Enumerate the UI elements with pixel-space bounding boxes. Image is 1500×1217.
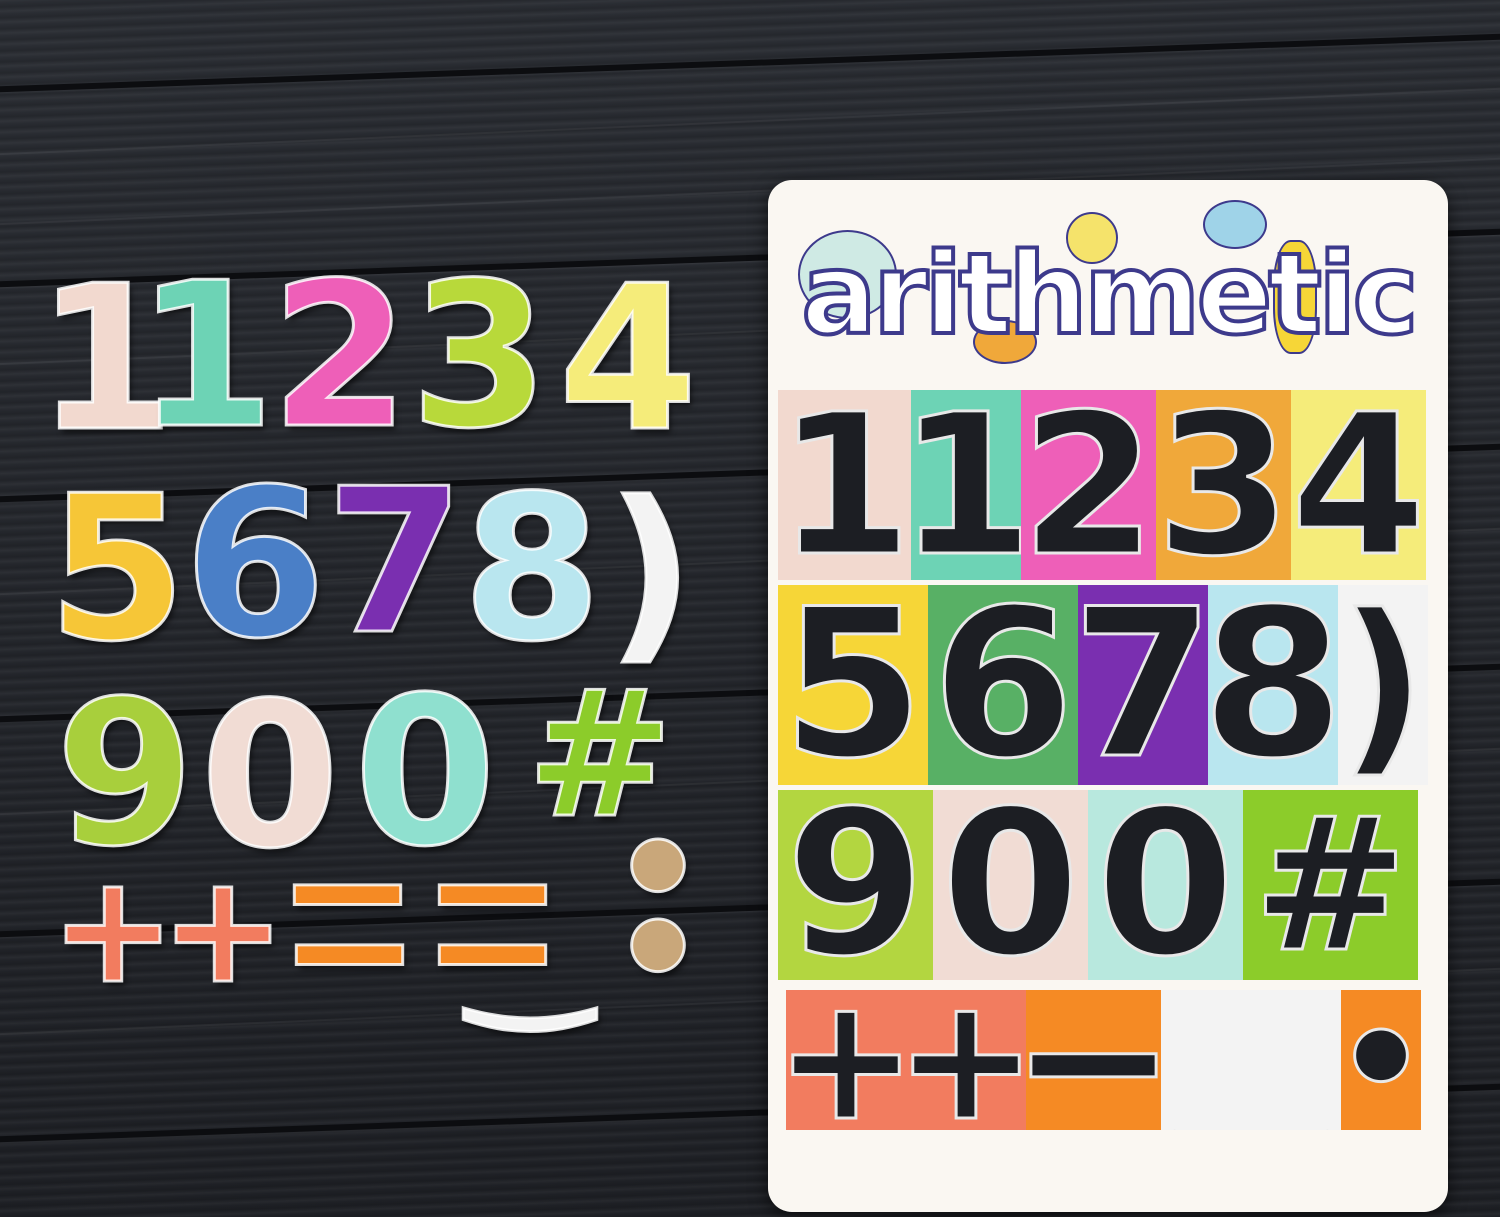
slot-comma-curve[interactable]: ‿ [1161, 990, 1341, 1130]
slot-close-paren[interactable]: ) [1338, 585, 1428, 785]
board-title: arithmetic [799, 230, 1420, 360]
wood-grain [0, 85, 1500, 157]
slot-glyph: + [786, 990, 906, 1130]
slot-glyph: 2 [1021, 390, 1156, 580]
slot-four[interactable]: 4 [1291, 390, 1426, 580]
piece-comma-curve[interactable]: ‿ [440, 869, 620, 1022]
slot-glyph: 1 [778, 390, 911, 580]
piece-dot-b[interactable]: • [609, 874, 708, 1027]
piece-close-paren[interactable]: ) [606, 475, 696, 668]
slot-zero-a[interactable]: 0 [933, 790, 1088, 980]
slot-three[interactable]: 3 [1156, 390, 1291, 580]
piece-one-b[interactable]: 1 [134, 255, 276, 458]
plank-gap [0, 33, 1500, 93]
piece-six[interactable]: 6 [180, 461, 330, 669]
slot-glyph: 0 [939, 790, 1081, 980]
piece-two[interactable]: 2 [269, 255, 411, 458]
slot-glyph: 1 [911, 390, 1021, 580]
slot-one-a[interactable]: 1 [778, 390, 911, 580]
wooden-table-background: 1 1 2 3 4 5 6 7 8 ) 9 0 0 # + + − − − − … [0, 0, 1500, 1217]
slot-glyph: • [1341, 990, 1421, 1130]
slot-minus-pair[interactable]: − [1026, 990, 1161, 1130]
slot-glyph: + [906, 990, 1026, 1130]
piece-three[interactable]: 3 [408, 255, 550, 458]
slot-eight[interactable]: 8 [1208, 585, 1338, 785]
slot-nine[interactable]: 9 [778, 790, 933, 980]
sorter-board: arithmetic 1 1 2 3 4 5 6 7 8 ) 9 0 0 # +… [768, 180, 1448, 1212]
slot-six[interactable]: 6 [928, 585, 1078, 785]
slot-hash[interactable]: # [1243, 790, 1418, 980]
slot-glyph: 9 [784, 790, 926, 980]
slot-glyph: 5 [780, 585, 926, 785]
slot-glyph: 3 [1156, 390, 1291, 580]
slot-zero-b[interactable]: 0 [1088, 790, 1243, 980]
piece-nine[interactable]: 9 [54, 673, 196, 876]
piece-minus-c[interactable]: − [277, 864, 422, 1037]
piece-plus-a[interactable]: + [49, 854, 178, 1007]
slot-one-b[interactable]: 1 [911, 390, 1021, 580]
piece-five[interactable]: 5 [42, 468, 192, 671]
slot-glyph: − [1026, 990, 1161, 1130]
slot-glyph: 7 [1078, 585, 1208, 785]
slot-five[interactable]: 5 [778, 585, 928, 785]
piece-eight[interactable]: 8 [461, 468, 603, 671]
slot-two[interactable]: 2 [1021, 390, 1156, 580]
slot-seven[interactable]: 7 [1078, 585, 1208, 785]
slot-glyph: # [1251, 790, 1409, 980]
slot-plus-a[interactable]: + [786, 990, 906, 1130]
slot-glyph: ‿ [1179, 990, 1323, 1130]
slot-glyph: 4 [1291, 390, 1426, 580]
slot-glyph: 6 [930, 585, 1076, 785]
piece-seven[interactable]: 7 [324, 461, 466, 664]
slot-glyph: ) [1338, 585, 1428, 785]
slot-plus-b[interactable]: + [906, 990, 1026, 1130]
slot-glyph: 0 [1094, 790, 1236, 980]
slot-glyph: 8 [1208, 585, 1338, 785]
slot-dots[interactable]: • [1341, 990, 1421, 1130]
piece-plus-b[interactable]: + [159, 854, 288, 1007]
piece-four[interactable]: 4 [557, 258, 699, 461]
